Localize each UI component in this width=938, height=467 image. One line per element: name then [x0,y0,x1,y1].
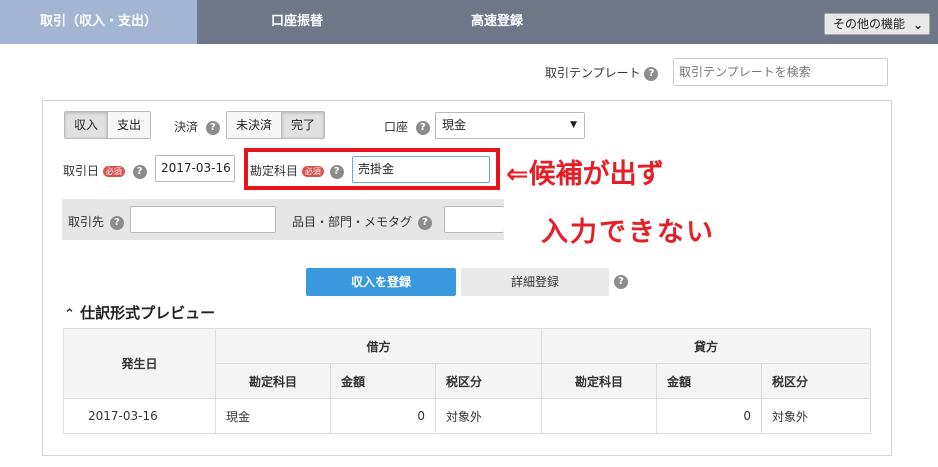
account-select[interactable]: 現金 ▼ [435,112,585,139]
credit-account-header: 勘定科目 [541,363,657,399]
settlement-label: 決済 [174,120,199,134]
row-credit-tax: 対象外 [761,398,871,434]
template-search-input[interactable] [673,58,888,86]
debit-account-header: 勘定科目 [215,363,331,399]
journal-preview-table: 発生日 借方 貸方 勘定科目 金額 税区分 勘定科目 金額 税区分 2017-0… [63,328,871,434]
date-label-group: 取引日 必須 ? [63,162,147,179]
annotation-line-1: ⇐候補が出ず [506,159,664,190]
credit-header: 貸方 [541,328,871,364]
tags-input[interactable] [444,206,504,233]
register-income-button[interactable]: 収入を登録 [306,268,456,296]
preview-title-group[interactable]: ⌃ 仕訳形式プレビュー [64,302,215,323]
detail-register-button[interactable]: 詳細登録 [461,268,609,296]
account-label-group: 口座 ? [384,118,430,135]
tab-account-transfer[interactable]: 口座振替 [197,0,397,44]
credit-amount-header: 金額 [656,363,762,399]
row-debit-amount: 0 [330,398,436,434]
date-input[interactable]: 2017-03-16 [155,155,235,182]
partner-row: 取引先 ? 品目・部門・メモタグ ? [62,199,504,240]
tags-label: 品目・部門・メモタグ [292,215,413,229]
row-credit-account [541,398,657,434]
account-label: 口座 [384,120,409,134]
row-debit-account: 現金 [215,398,331,434]
debit-tax-header: 税区分 [435,363,542,399]
highlight-box [244,148,500,190]
account-value: 現金 [442,118,467,132]
preview-title: 仕訳形式プレビュー [80,304,216,322]
partner-label-group: 取引先 ? [68,213,124,230]
other-features-label: その他の機能 [833,17,906,31]
other-features-button[interactable]: その他の機能 ⌄ [824,13,930,35]
tags-label-group: 品目・部門・メモタグ ? [292,213,432,230]
credit-tax-header: 税区分 [761,363,871,399]
help-icon[interactable]: ? [644,66,659,81]
chevron-up-icon: ⌃ [64,307,75,322]
debit-amount-header: 金額 [330,363,436,399]
required-badge: 必須 [102,166,125,177]
help-icon[interactable]: ? [415,120,430,135]
template-label-group: 取引テンプレート ? [545,64,659,81]
annotation-line-2: 入力できない [541,217,715,248]
row-credit-amount: 0 [656,398,762,434]
settlement-toggle: 未決済 完了 [226,111,326,139]
help-icon[interactable]: ? [205,120,220,135]
tab-income-expense[interactable]: 取引（収入・支出） [0,0,197,44]
table-row: 2017-03-16 現金 0 対象外 0 対象外 [63,398,871,434]
help-icon[interactable]: ? [417,215,432,230]
tab-quick-register[interactable]: 高速登録 [397,0,597,44]
unsettled-toggle[interactable]: 未決済 [227,112,283,138]
income-toggle[interactable]: 収入 [65,112,109,138]
help-icon[interactable]: ? [132,164,147,179]
help-icon[interactable]: ? [614,275,628,289]
template-label: 取引テンプレート [545,66,641,80]
debit-header: 借方 [215,328,542,364]
help-icon[interactable]: ? [109,215,124,230]
partner-input[interactable] [130,206,276,233]
settlement-label-group: 決済 ? [174,118,220,135]
date-header: 発生日 [63,328,216,399]
chevron-down-icon: ⌄ [912,18,923,32]
top-nav: 取引（収入・支出） 口座振替 高速登録 その他の機能 ⌄ [0,0,938,44]
row-debit-tax: 対象外 [435,398,542,434]
caret-down-icon: ▼ [570,120,577,130]
row-date: 2017-03-16 [63,398,216,434]
date-label: 取引日 [63,164,100,178]
expense-toggle[interactable]: 支出 [108,112,150,138]
settled-toggle[interactable]: 完了 [282,112,325,138]
income-expense-toggle: 収入 支出 [64,111,152,139]
partner-label: 取引先 [68,215,105,229]
